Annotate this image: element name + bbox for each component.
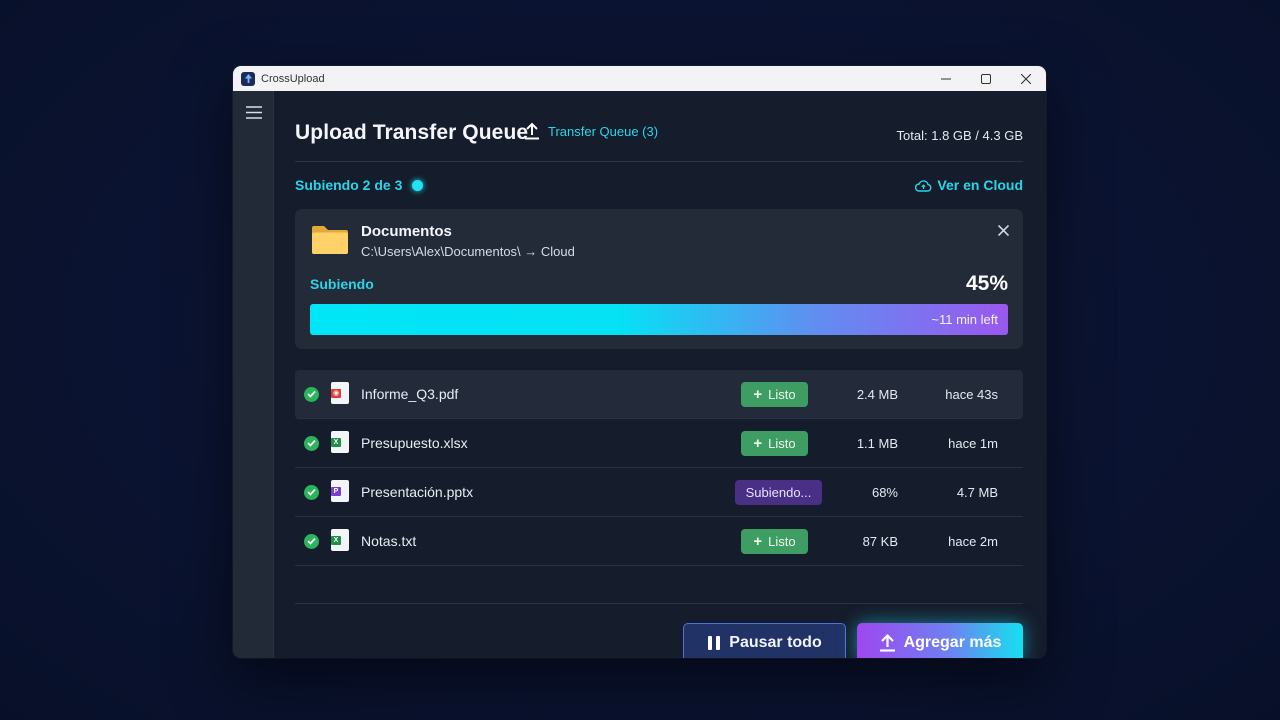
pdf-file-icon: ◉ [331, 382, 349, 404]
upload-icon [525, 122, 539, 140]
current-upload-card: Documentos C:\Users\Alex\Documentos\ → C… [295, 209, 1023, 349]
file-info-primary: 1.1 MB [856, 435, 898, 451]
file-name: Informe_Q3.pdf [361, 386, 459, 402]
time-remaining: ~11 min left [931, 312, 998, 327]
status-text: Subiendo 2 de 3 [295, 177, 403, 193]
plus-icon: + [753, 532, 763, 550]
folder-name: Documentos [361, 223, 452, 240]
badge-label: Listo [768, 386, 796, 402]
menu-button[interactable] [233, 91, 274, 133]
pause-all-label: Pausar todo [729, 633, 822, 651]
sidebar [233, 91, 274, 658]
cloud-icon [915, 179, 932, 192]
file-row[interactable]: ◉ Informe_Q3.pdf + Listo 2.4 MB hace 43s [295, 370, 1023, 419]
powerpoint-file-icon: P [331, 480, 349, 502]
upload-icon [879, 633, 895, 652]
app-name: CrossUpload [261, 72, 325, 85]
pause-all-button[interactable]: Pausar todo [683, 623, 846, 658]
cloud-link-label: Ver en Cloud [937, 177, 1023, 193]
file-info-secondary: hace 2m [948, 533, 998, 549]
file-row[interactable]: X Presupuesto.xlsx + Listo 1.1 MB hace 1m [295, 419, 1023, 468]
status-badge: + Listo [741, 528, 808, 554]
file-info-secondary: 4.7 MB [956, 484, 998, 500]
add-more-button[interactable]: Agregar más [857, 623, 1023, 658]
status-badge: + Listo [741, 381, 808, 407]
check-icon [304, 435, 319, 451]
check-icon [304, 533, 319, 549]
excel-file-icon: X [331, 431, 349, 453]
total-size: Total: 1.8 GB / 4.3 GB [896, 128, 1023, 143]
file-info-primary: 2.4 MB [856, 386, 898, 402]
close-icon [997, 224, 1010, 237]
file-name: Presentación.pptx [361, 484, 474, 500]
page-title: Upload Transfer Queue [295, 121, 529, 144]
file-info-primary: 87 KB [862, 533, 898, 549]
app-window: CrossUpload Upload Transfer Queue Transf… [233, 66, 1046, 658]
badge-label: Listo [768, 533, 796, 549]
transfer-queue-link[interactable]: Transfer Queue (3) [524, 122, 658, 140]
minimize-icon [941, 78, 951, 79]
plus-icon: + [753, 434, 763, 452]
status-badge: + Listo [741, 430, 808, 456]
footer-divider [295, 603, 1023, 604]
progress-percent: 45% [965, 272, 1008, 295]
add-more-label: Agregar más [903, 633, 1002, 651]
transfer-queue-label: Transfer Queue (3) [548, 123, 659, 139]
maximize-icon [981, 73, 991, 84]
file-info-secondary: hace 43s [945, 386, 998, 402]
progress-bar: ~11 min left [310, 304, 1008, 335]
status-badge: Subiendo... [735, 479, 822, 505]
menu-icon [245, 105, 262, 119]
view-in-cloud-link[interactable]: Ver en Cloud [915, 177, 1023, 193]
close-icon [1021, 73, 1031, 84]
title-bar: CrossUpload [233, 66, 1046, 91]
upload-status: Subiendo 2 de 3 [295, 177, 424, 193]
file-info-primary: 68% [871, 484, 898, 500]
file-name: Presupuesto.xlsx [361, 435, 468, 451]
check-icon [304, 386, 319, 402]
close-window-button[interactable] [1006, 66, 1046, 91]
check-icon [304, 484, 319, 500]
app-logo-icon [241, 71, 255, 86]
file-info-secondary: hace 1m [948, 435, 998, 451]
badge-label: Listo [768, 435, 796, 451]
progress-fill [310, 304, 1008, 335]
folder-path: C:\Users\Alex\Documentos\ → Cloud [361, 244, 575, 259]
badge-label: Subiendo... [745, 484, 812, 500]
upload-state-label: Subiendo [310, 276, 374, 292]
main-panel: Upload Transfer Queue Transfer Queue (3)… [274, 91, 1046, 658]
header-divider [295, 161, 1023, 162]
cancel-upload-button[interactable] [997, 223, 1010, 241]
plus-icon: + [753, 385, 763, 403]
file-row[interactable]: P Presentación.pptx Subiendo... 68% 4.7 … [295, 468, 1023, 517]
status-dot [412, 179, 424, 191]
minimize-button[interactable] [926, 66, 966, 91]
file-name: Notas.txt [361, 533, 417, 549]
folder-icon [312, 226, 348, 254]
text-file-icon: X [331, 529, 349, 551]
pause-icon [708, 635, 721, 650]
file-list: ◉ Informe_Q3.pdf + Listo 2.4 MB hace 43s … [295, 370, 1023, 566]
maximize-button[interactable] [966, 66, 1006, 91]
file-row[interactable]: X Notas.txt + Listo 87 KB hace 2m [295, 517, 1023, 566]
